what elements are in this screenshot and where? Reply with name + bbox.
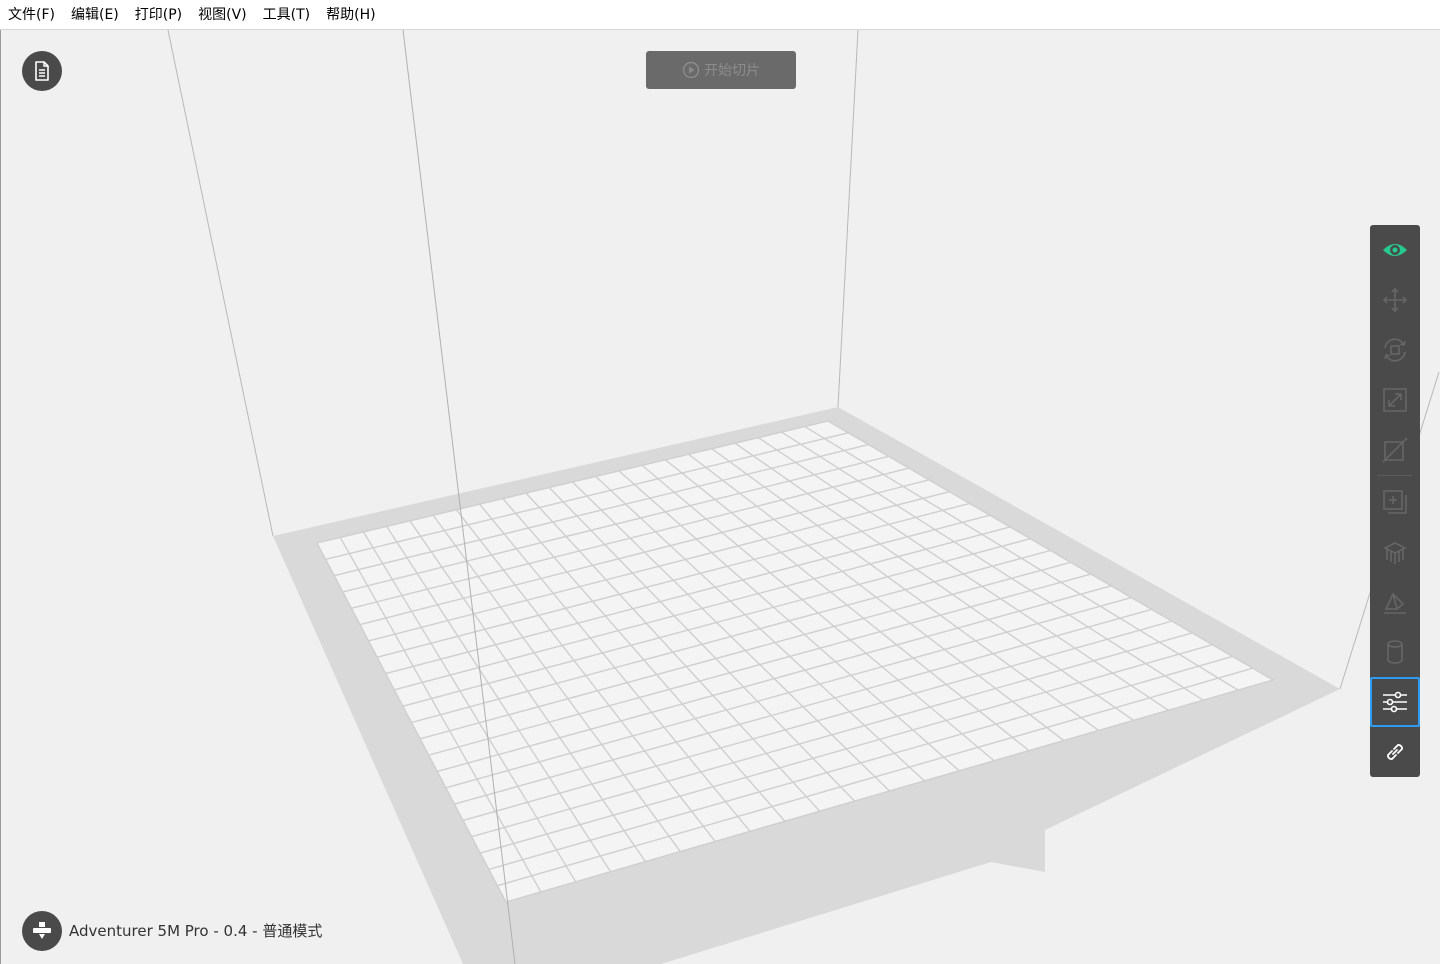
rotate-icon: [1384, 338, 1406, 362]
menu-edit[interactable]: 编辑(E): [67, 0, 123, 30]
menu-file[interactable]: 文件(F): [4, 0, 59, 30]
add-copy-tool[interactable]: [1370, 477, 1420, 527]
link-icon: [1387, 744, 1403, 760]
volume-edge-back: [837, 30, 859, 408]
lay-flat-icon: [1384, 592, 1406, 614]
cut-icon: [1382, 437, 1408, 463]
view-tool[interactable]: [1370, 225, 1420, 275]
settings-tool[interactable]: [1370, 677, 1420, 727]
cut-tool[interactable]: [1370, 425, 1420, 475]
link-tool[interactable]: [1370, 727, 1420, 777]
3d-viewport[interactable]: 开始切片 Adventurer 5M Pro - 0.4 - 普通模式: [0, 30, 1440, 964]
lay-flat-tool[interactable]: [1370, 577, 1420, 627]
play-circle-icon: [682, 61, 700, 79]
menu-help[interactable]: 帮助(H): [322, 0, 379, 30]
support-tool[interactable]: [1370, 527, 1420, 577]
cylinder-icon: [1387, 640, 1403, 664]
file-info-button[interactable]: [22, 51, 62, 91]
document-icon: [35, 61, 49, 81]
toolbar-divider: [1378, 475, 1412, 476]
right-toolbar: [1370, 225, 1420, 777]
cylinder-tool[interactable]: [1370, 627, 1420, 677]
menu-view[interactable]: 视图(V): [194, 0, 251, 30]
nozzle-icon: [33, 922, 51, 939]
settings-sliders-icon: [1383, 691, 1407, 713]
printer-button[interactable]: [22, 911, 62, 951]
volume-edge-back-left: [167, 30, 274, 537]
menu-bar: 文件(F) 编辑(E) 打印(P) 视图(V) 工具(T) 帮助(H): [0, 0, 1440, 30]
printer-status-label[interactable]: Adventurer 5M Pro - 0.4 - 普通模式: [69, 920, 322, 942]
support-icon: [1383, 542, 1407, 564]
eye-icon: [1383, 244, 1407, 256]
rotate-tool[interactable]: [1370, 325, 1420, 375]
start-slice-button[interactable]: 开始切片: [646, 51, 796, 89]
menu-print[interactable]: 打印(P): [131, 0, 186, 30]
build-volume-scene[interactable]: [1, 30, 1440, 964]
move-tool[interactable]: [1370, 275, 1420, 325]
scale-icon: [1383, 388, 1407, 412]
move-icon: [1382, 287, 1408, 313]
menu-tools[interactable]: 工具(T): [259, 0, 314, 30]
start-slice-label: 开始切片: [704, 63, 760, 79]
add-copy-icon: [1383, 490, 1407, 514]
scale-tool[interactable]: [1370, 375, 1420, 425]
